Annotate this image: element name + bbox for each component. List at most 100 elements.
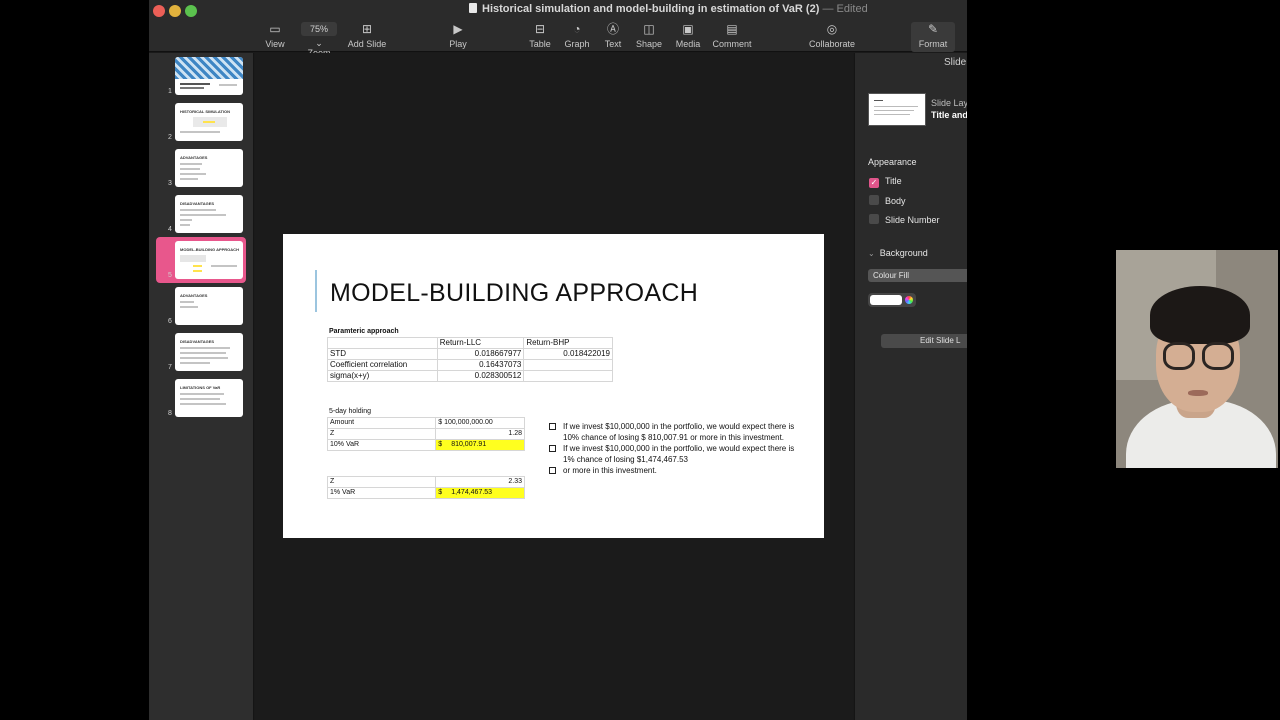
table-cell[interactable] [327,337,438,349]
image-icon: ▣ [682,22,694,36]
slide-layout-thumbnail[interactable]: ▬▬▬ [868,93,926,126]
var10-table[interactable]: Amount $ 100,000,000.00 Z 1.28 10% VaR $… [326,417,525,451]
var1-table[interactable]: Z 2.33 1% VaR $1,474,467.53 [326,476,525,499]
shape-icon: ◫ [643,22,655,36]
close-window-button[interactable] [153,5,165,17]
slide-title[interactable]: MODEL-BUILDING APPROACH [330,279,698,308]
table-cell[interactable]: 1% VaR [326,487,437,499]
table-cell[interactable]: Coefficient correlation [327,359,438,371]
collaborate-icon: ◎ [826,22,838,36]
graph-button[interactable]: ◔ Graph [563,22,591,52]
table-cell[interactable]: $ 100,000,000.00 [435,417,525,429]
plus-square-icon: ⊞ [361,22,373,36]
table-cell[interactable]: 0.018667977 [436,348,525,360]
add-slide-button[interactable]: ⊞ Add Slide [346,22,388,52]
slide-navigator: 1 2 HISTORICAL SIMULATION 3 ADVANTAGES 4… [149,53,254,720]
table-cell[interactable]: 10% VaR [326,439,437,451]
document-icon [469,3,477,13]
slide-number: 1 [168,88,172,95]
body-checkbox[interactable] [869,195,879,205]
layout-thumbnail-title: ▬▬▬ [874,98,883,102]
background-section-toggle[interactable]: ⌄ Background [868,248,928,258]
table-cell[interactable]: Z [326,476,437,488]
slide-thumbnail-3[interactable]: ADVANTAGES [175,149,243,187]
format-button[interactable]: ✎ Format [911,22,955,52]
zoom-value[interactable]: 75% ⌄ [301,22,337,48]
table-cell[interactable]: Z [326,428,437,440]
table-cell[interactable]: STD [327,348,438,360]
slide-number-checkbox[interactable] [869,214,879,224]
maximize-window-button[interactable] [185,5,197,17]
play-label: Play [449,39,467,49]
thumbnail-line [180,178,198,180]
table-cell[interactable] [523,370,613,382]
slide-layout-name[interactable]: Title and [931,110,967,120]
fill-color-well[interactable] [868,293,916,307]
body-checkbox-row[interactable]: Body [869,195,906,206]
title-accent-bar [315,270,317,312]
edit-slide-layout-button[interactable]: Edit Slide L [881,334,967,348]
highlighted-cell[interactable]: $810,007.91 [435,439,525,451]
chevron-down-icon: ⌄ [868,249,875,258]
text-button[interactable]: Ⓐ Text [602,22,624,52]
thumbnail-line [180,347,230,349]
fill-color-swatch[interactable] [870,295,902,305]
table-cell[interactable]: 0.028300512 [436,370,525,382]
slide-thumbnail-1[interactable] [175,57,243,95]
bullet-text: If we invest $10,000,000 in the portfoli… [563,422,795,442]
table-cell[interactable]: sigma(x+y) [327,370,438,382]
table-cell[interactable]: 0.16437073 [436,359,525,371]
toolbar: Historical simulation and model-building… [149,0,967,58]
table-button[interactable]: ⊟ Table [528,22,552,52]
edited-status: — Edited [822,3,868,15]
slide-thumbnail-8[interactable]: LIMITATIONS OF VaR [175,379,243,417]
shape-button[interactable]: ◫ Shape [634,22,664,52]
thumbnail-line [180,301,194,303]
highlighted-cell[interactable]: $1,474,467.53 [435,487,525,499]
minimize-window-button[interactable] [169,5,181,17]
table-cell[interactable]: 0.018422019 [523,348,613,360]
comment-button[interactable]: ▤ Comment [712,22,752,52]
play-icon: ▶ [453,22,463,36]
parametric-table[interactable]: Return-LLC Return-BHP STD 0.018667977 0.… [327,337,613,382]
fill-type-select[interactable]: Colour Fill [868,269,967,282]
play-button[interactable]: ▶ Play [447,22,469,52]
slide-number-checkbox-row[interactable]: Slide Number [869,214,940,225]
thumbnail-line [180,306,198,308]
slide-thumbnail-5[interactable]: MODEL-BUILDING APPROACH [175,241,243,279]
checkbox-bullet-icon [549,467,556,474]
slide-thumbnail-7[interactable]: DISADVANTAGES [175,333,243,371]
screen: Historical simulation and model-building… [0,0,1280,720]
sidebar-icon: ▭ [269,22,281,36]
glasses-right [1202,342,1234,370]
table-cell[interactable]: 1.28 [435,428,525,440]
current-slide[interactable]: MODEL-BUILDING APPROACH Paramteric appro… [283,234,824,538]
slide-thumbnail-2[interactable]: HISTORICAL SIMULATION [175,103,243,141]
table-cell[interactable]: Amount [326,417,437,429]
zoom-control[interactable]: 75% ⌄ Zoom [301,22,337,58]
inspector-tab-slide[interactable]: Slide [944,57,966,68]
media-button[interactable]: ▣ Media [674,22,702,52]
table-cell[interactable]: 2.33 [435,476,525,488]
parametric-caption[interactable]: Paramteric approach [329,328,399,335]
color-wheel-icon[interactable] [905,296,913,304]
view-button[interactable]: ▭ View [263,22,287,52]
comment-label: Comment [712,39,752,49]
table-cell[interactable] [523,359,613,371]
bullet-list[interactable]: If we invest $10,000,000 in the portfoli… [549,421,807,476]
table-row: STD 0.018667977 0.018422019 [327,348,613,360]
chevron-down-icon: ⌄ [315,38,323,48]
document-title: Historical simulation and model-building… [469,3,868,15]
slide-thumbnail-6[interactable]: ADVANTAGES [175,287,243,325]
thumbnail-title: ADVANTAGES [180,155,208,160]
table-row: 10% VaR $810,007.91 [326,439,525,451]
table-cell[interactable]: Return-BHP [523,337,613,349]
holding-caption[interactable]: 5-day holding [329,408,371,415]
thumbnail-line [180,209,216,211]
table-cell[interactable]: Return-LLC [436,337,525,349]
title-checkbox[interactable]: ✓ [869,178,879,188]
collaborate-button[interactable]: ◎ Collaborate [808,22,856,52]
slide-thumbnail-4[interactable]: DISADVANTAGES [175,195,243,233]
title-checkbox-row[interactable]: ✓ Title [869,176,902,188]
text-box-icon: Ⓐ [606,22,619,36]
